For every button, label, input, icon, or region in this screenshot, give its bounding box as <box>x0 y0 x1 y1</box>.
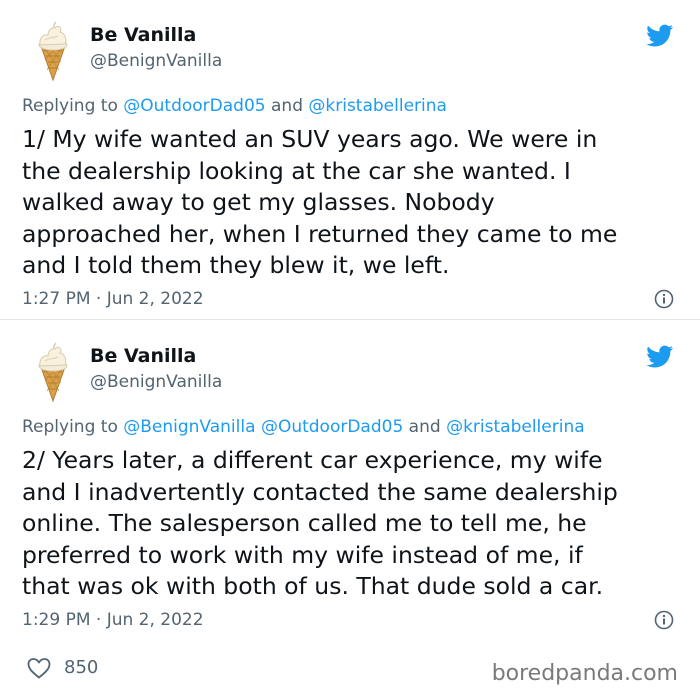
replying-to: Replying to @OutdoorDad05 and @kristabel… <box>22 96 447 116</box>
tweet-text-line: 1/ My wife wanted an SUV years ago. We w… <box>22 125 598 153</box>
info-icon[interactable] <box>654 289 674 309</box>
replying-to-label: Replying to <box>22 417 124 437</box>
replying-to-label: Replying to <box>22 96 124 116</box>
tweet-text-line: and I inadvertently contacted the same d… <box>22 477 618 506</box>
info-icon[interactable] <box>654 610 674 630</box>
mention-joiner: and <box>403 417 447 437</box>
twitter-bird-icon[interactable] <box>644 343 676 370</box>
tweet-text-line: online. The salesperson called me to tel… <box>22 509 587 537</box>
ice-cream-cone-avatar[interactable] <box>32 341 74 403</box>
tweet-text-line: 2/ Years later, a different car experien… <box>22 446 603 474</box>
display-name[interactable]: Be Vanilla <box>90 24 196 46</box>
tweet-text-line: and I told them they blew it, we left. <box>22 251 450 279</box>
display-name[interactable]: Be Vanilla <box>90 345 196 367</box>
tweet-text-line: walked away to get my glasses. Nobody <box>22 188 495 216</box>
heart-icon[interactable] <box>26 656 52 680</box>
mention-joiner: and <box>265 96 309 116</box>
watermark: boredpanda.com <box>491 661 678 686</box>
tweet-card[interactable]: Be Vanilla @BenignVanilla Replying to @B… <box>0 321 700 641</box>
tweet-timestamp[interactable]: 1:29 PM · Jun 2, 2022 <box>22 610 204 630</box>
tweet-card[interactable]: Be Vanilla @BenignVanilla Replying to @O… <box>0 0 700 320</box>
ice-cream-cone-avatar[interactable] <box>32 20 74 82</box>
tweet-text-line: that was ok with both of us. That dude s… <box>22 572 604 600</box>
mention-link[interactable]: @kristabellerina <box>446 417 585 437</box>
mention-link[interactable]: @kristabellerina <box>308 96 447 116</box>
tweet-text-line: the dealership looking at the car she wa… <box>22 156 571 185</box>
tweet-footer: 850 boredpanda.com <box>0 642 700 700</box>
mention-link[interactable]: @BenignVanilla <box>123 417 255 437</box>
tweet-text: 2/ Years later, a different car experien… <box>22 445 682 603</box>
tweet-text-line: approached her, when I returned they cam… <box>22 219 618 248</box>
tweet-text-line: preferred to work with my wife instead o… <box>22 540 583 569</box>
user-handle[interactable]: @BenignVanilla <box>90 372 222 392</box>
tweet-text: 1/ My wife wanted an SUV years ago. We w… <box>22 124 682 282</box>
twitter-bird-icon[interactable] <box>644 22 676 49</box>
mention-link[interactable]: @OutdoorDad05 <box>123 96 265 116</box>
replying-to: Replying to @BenignVanilla @OutdoorDad05… <box>22 417 585 437</box>
like-count[interactable]: 850 <box>64 657 98 678</box>
tweet-divider <box>0 319 700 320</box>
user-handle[interactable]: @BenignVanilla <box>90 51 222 71</box>
tweet-timestamp[interactable]: 1:27 PM · Jun 2, 2022 <box>22 289 204 309</box>
mention-link[interactable]: @OutdoorDad05 <box>261 417 403 437</box>
